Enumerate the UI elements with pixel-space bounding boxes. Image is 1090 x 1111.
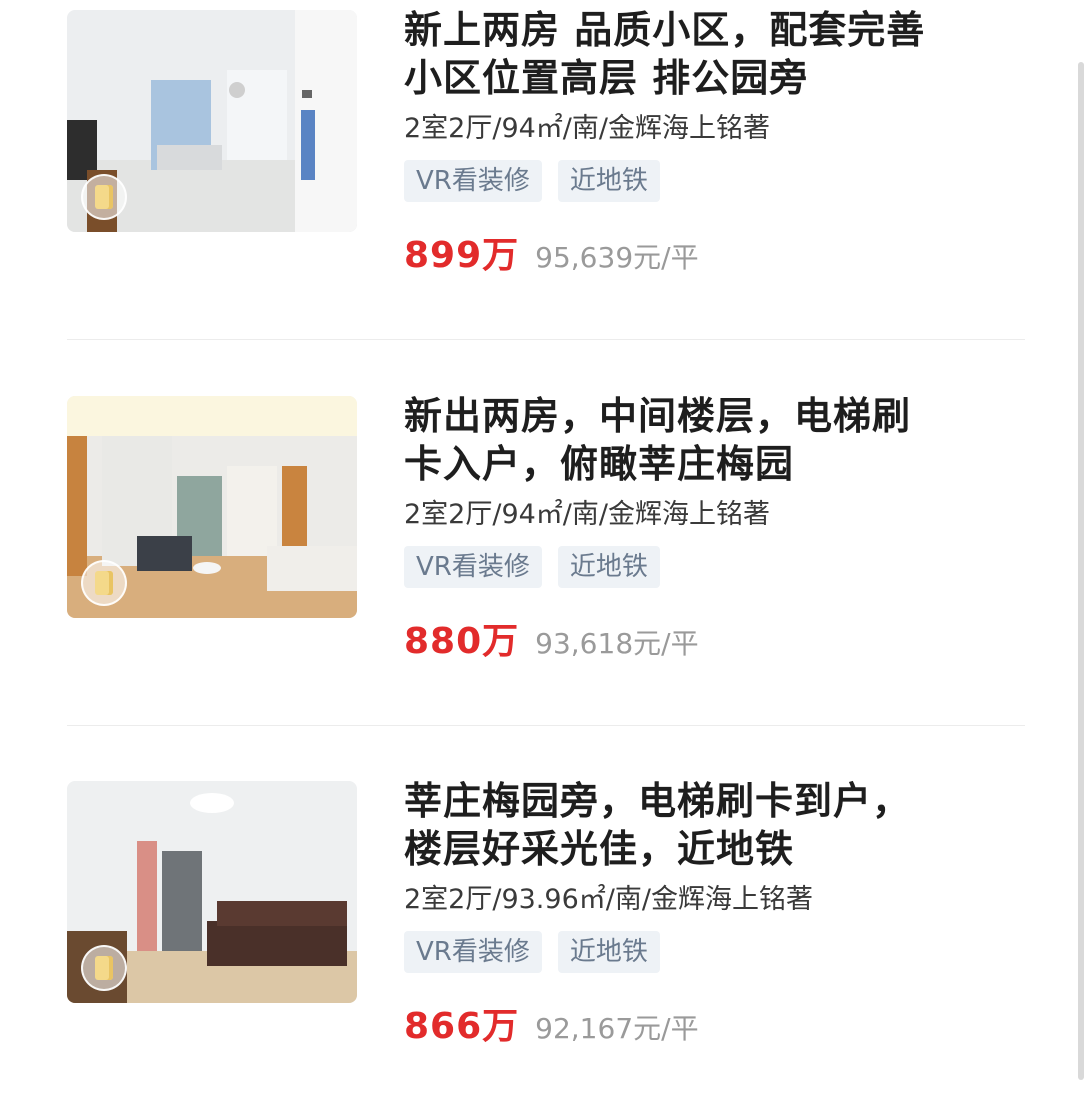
tag-vr: VR看装修 <box>404 546 542 588</box>
unit-price: 92,167元/平 <box>535 1012 699 1045</box>
listing-info: 新出两房，中间楼层，电梯刷 卡入户，俯瞰莘庄梅园 2室2厅/94㎡/南/金辉海上… <box>404 392 1024 664</box>
listing-info: 莘庄梅园旁，电梯刷卡到户， 楼层好采光佳，近地铁 2室2厅/93.96㎡/南/金… <box>404 777 1024 1049</box>
listing-tags: VR看装修 近地铁 <box>404 546 1024 588</box>
listing-divider <box>67 725 1025 726</box>
listing-photo[interactable] <box>67 10 357 232</box>
tag-subway: 近地铁 <box>557 931 660 973</box>
title-line-2: 卡入户，俯瞰莘庄梅园 <box>404 442 795 486</box>
listing-meta: 2室2厅/94㎡/南/金辉海上铭著 <box>404 113 771 144</box>
listing-card-2[interactable]: 新出两房，中间楼层，电梯刷 卡入户，俯瞰莘庄梅园 2室2厅/94㎡/南/金辉海上… <box>67 394 1025 726</box>
total-price: 866万 <box>404 1006 520 1047</box>
tag-vr: VR看装修 <box>404 931 542 973</box>
price-row: 866万 92,167元/平 <box>404 997 1024 1049</box>
listing-info: 新上两房 品质小区，配套完善 小区位置高层 排公园旁 2室2厅/94㎡/南/金辉… <box>404 6 1024 278</box>
listing-card-3[interactable]: 莘庄梅园旁，电梯刷卡到户， 楼层好采光佳，近地铁 2室2厅/93.96㎡/南/金… <box>67 779 1025 1111</box>
title-line-2: 楼层好采光佳，近地铁 <box>404 827 795 871</box>
price-row: 880万 93,618元/平 <box>404 612 1024 664</box>
unit-price: 95,639元/平 <box>535 241 699 274</box>
tag-vr: VR看装修 <box>404 160 542 202</box>
listing-title[interactable]: 新上两房 品质小区，配套完善 小区位置高层 排公园旁 <box>404 6 1024 102</box>
listing-divider <box>67 339 1025 340</box>
listing-photo[interactable] <box>67 396 357 618</box>
total-price: 899万 <box>404 235 520 276</box>
vr-icon[interactable] <box>81 945 127 991</box>
listing-meta: 2室2厅/93.96㎡/南/金辉海上铭著 <box>404 884 813 915</box>
vr-icon[interactable] <box>81 174 127 220</box>
listing-meta: 2室2厅/94㎡/南/金辉海上铭著 <box>404 499 771 530</box>
listing-card-1[interactable]: 新上两房 品质小区，配套完善 小区位置高层 排公园旁 2室2厅/94㎡/南/金辉… <box>67 8 1025 340</box>
listing-photo[interactable] <box>67 781 357 1003</box>
vr-icon[interactable] <box>81 560 127 606</box>
total-price: 880万 <box>404 621 520 662</box>
title-line-1: 莘庄梅园旁，电梯刷卡到户， <box>404 779 912 823</box>
price-row: 899万 95,639元/平 <box>404 226 1024 278</box>
listing-tags: VR看装修 近地铁 <box>404 931 1024 973</box>
title-line-1: 新出两房，中间楼层，电梯刷 <box>404 394 912 438</box>
tag-subway: 近地铁 <box>557 160 660 202</box>
title-line-1: 新上两房 品质小区，配套完善 <box>404 8 926 52</box>
listing-tags: VR看装修 近地铁 <box>404 160 1024 202</box>
listing-title[interactable]: 莘庄梅园旁，电梯刷卡到户， 楼层好采光佳，近地铁 <box>404 777 1024 873</box>
title-line-2: 小区位置高层 排公园旁 <box>404 56 809 100</box>
listing-title[interactable]: 新出两房，中间楼层，电梯刷 卡入户，俯瞰莘庄梅园 <box>404 392 1024 488</box>
unit-price: 93,618元/平 <box>535 627 699 660</box>
scrollbar[interactable] <box>1078 62 1084 1080</box>
tag-subway: 近地铁 <box>557 546 660 588</box>
